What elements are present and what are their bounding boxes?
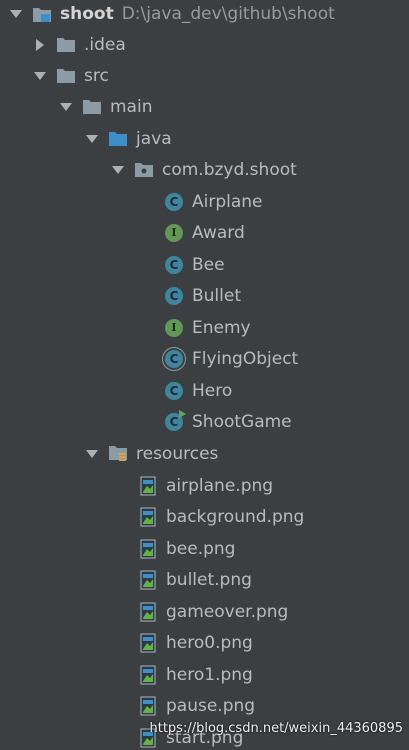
image-file-icon <box>138 507 158 527</box>
tree-row-class[interactable]: C Bullet <box>0 280 409 311</box>
tree-row-class[interactable]: C ShootGame <box>0 406 409 437</box>
abstract-class-icon: C <box>164 349 184 369</box>
tree-row-root[interactable]: shoot D:\java_dev\github\shoot <box>0 0 409 29</box>
file-name: airplane.png <box>166 475 274 496</box>
class-icon: C <box>164 286 184 306</box>
image-file-icon <box>138 696 158 716</box>
image-file-icon <box>138 633 158 653</box>
tree-row-file[interactable]: gameover.png <box>0 596 409 627</box>
module-folder-icon <box>32 4 52 24</box>
image-file-icon <box>138 665 158 685</box>
source-folder-icon <box>108 129 128 149</box>
runnable-class-icon: C <box>164 409 186 432</box>
root-path: D:\java_dev\github\shoot <box>121 3 335 24</box>
folder-name: .idea <box>84 34 126 55</box>
root-name: shoot <box>60 3 114 24</box>
watermark: https://blog.csdn.net/weixin_44360895 <box>149 721 403 736</box>
file-name: bee.png <box>166 538 236 559</box>
tree-row-file[interactable]: background.png <box>0 501 409 532</box>
tree-row-file[interactable]: hero1.png <box>0 659 409 690</box>
class-name: Bee <box>192 254 225 275</box>
file-name: pause.png <box>166 695 256 716</box>
class-name: Airplane <box>192 191 263 212</box>
folder-name: java <box>136 128 172 149</box>
class-name: Enemy <box>192 317 251 338</box>
tree-row-file[interactable]: pause.png <box>0 690 409 721</box>
collapse-arrow-icon[interactable] <box>32 37 48 53</box>
tree-row-class[interactable]: I Award <box>0 217 409 248</box>
package-icon <box>134 160 154 180</box>
tree-row-class[interactable]: C Airplane <box>0 186 409 217</box>
tree-row-class[interactable]: I Enemy <box>0 312 409 343</box>
expand-arrow-icon[interactable] <box>32 68 48 84</box>
image-file-icon <box>138 476 158 496</box>
expand-arrow-icon[interactable] <box>84 131 100 147</box>
project-tree: shoot D:\java_dev\github\shoot .idea src… <box>0 0 409 750</box>
tree-row-idea[interactable]: .idea <box>0 29 409 60</box>
expand-arrow-icon[interactable] <box>110 162 126 178</box>
tree-row-file[interactable]: bullet.png <box>0 564 409 595</box>
tree-row-class[interactable]: C Hero <box>0 375 409 406</box>
folder-name: main <box>110 96 153 117</box>
tree-row-file[interactable]: bee.png <box>0 533 409 564</box>
tree-row-main[interactable]: main <box>0 91 409 122</box>
resources-folder-icon <box>108 444 128 464</box>
file-name: bullet.png <box>166 569 252 590</box>
folder-icon <box>56 66 76 86</box>
tree-row-package[interactable]: com.bzyd.shoot <box>0 154 409 185</box>
file-name: hero1.png <box>166 664 253 685</box>
class-icon: C <box>164 192 184 212</box>
expand-arrow-icon[interactable] <box>84 446 100 462</box>
class-name: FlyingObject <box>192 348 299 369</box>
folder-name: src <box>84 65 109 86</box>
class-name: Bullet <box>192 285 242 306</box>
interface-icon: I <box>164 223 184 243</box>
package-name: com.bzyd.shoot <box>162 159 297 180</box>
class-icon: C <box>164 381 184 401</box>
file-name: gameover.png <box>166 601 289 622</box>
image-file-icon <box>138 602 158 622</box>
folder-name: resources <box>136 443 219 464</box>
image-file-icon <box>138 570 158 590</box>
tree-row-resources[interactable]: resources <box>0 438 409 469</box>
class-icon: C <box>164 255 184 275</box>
tree-row-class[interactable]: C FlyingObject <box>0 343 409 374</box>
tree-row-class[interactable]: C Bee <box>0 249 409 280</box>
file-name: hero0.png <box>166 632 253 653</box>
class-name: Award <box>192 222 245 243</box>
file-name: background.png <box>166 506 305 527</box>
interface-icon: I <box>164 318 184 338</box>
expand-arrow-icon[interactable] <box>8 6 24 22</box>
folder-icon <box>82 97 102 117</box>
class-name: Hero <box>192 380 233 401</box>
expand-arrow-icon[interactable] <box>58 99 74 115</box>
tree-row-file[interactable]: hero0.png <box>0 627 409 658</box>
tree-row-file[interactable]: airplane.png <box>0 470 409 501</box>
folder-icon <box>56 35 76 55</box>
tree-row-src[interactable]: src <box>0 60 409 91</box>
tree-row-java[interactable]: java <box>0 123 409 154</box>
class-name: ShootGame <box>192 411 292 432</box>
image-file-icon <box>138 539 158 559</box>
